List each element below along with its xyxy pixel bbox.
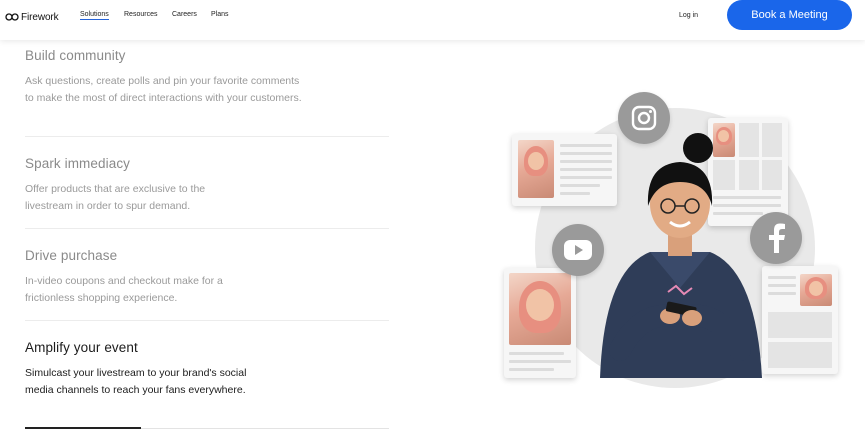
livestream-illustration: [500, 90, 845, 390]
divider: [25, 136, 389, 137]
nav-careers[interactable]: Careers: [172, 11, 197, 18]
top-nav: Firework Solutions Resources Careers Pla…: [0, 0, 865, 40]
divider: [25, 320, 389, 321]
profile-photo: [518, 140, 554, 198]
feature-description: Offer products that are exclusive to the…: [25, 183, 206, 212]
youtube-icon: [552, 224, 604, 276]
feature-title: Build community: [25, 48, 126, 63]
instagram-icon: [618, 92, 670, 144]
feature-description: In-video coupons and checkout make for a…: [25, 275, 223, 304]
logo-text: Firework: [21, 11, 59, 23]
feature-drive-purchase[interactable]: Drive purchase In-video coupons and chec…: [25, 248, 390, 306]
profile-photo: [509, 273, 571, 345]
nav-solutions[interactable]: Solutions: [80, 11, 109, 20]
feature-spark-immediacy[interactable]: Spark immediacy Offer products that are …: [25, 156, 390, 214]
firework-logo-icon: [5, 13, 19, 21]
presenter-illustration: [600, 133, 762, 378]
nav-plans[interactable]: Plans: [211, 11, 229, 18]
feature-description: Simulcast your livestream to your brand'…: [25, 367, 247, 396]
login-link[interactable]: Log in: [679, 12, 698, 19]
profile-photo: [800, 274, 832, 306]
progress-bar: [25, 427, 142, 429]
logo[interactable]: Firework: [5, 10, 59, 24]
feature-amplify-event[interactable]: Amplify your event Simulcast your livest…: [25, 340, 390, 398]
feature-description: Ask questions, create polls and pin your…: [25, 75, 302, 104]
nav-resources[interactable]: Resources: [124, 11, 157, 18]
feature-title: Amplify your event: [25, 340, 138, 355]
book-meeting-button[interactable]: Book a Meeting: [727, 0, 852, 30]
feature-build-community[interactable]: Build community Ask questions, create po…: [25, 48, 390, 106]
feature-title: Spark immediacy: [25, 156, 131, 171]
facebook-icon: [750, 212, 802, 264]
feature-title: Drive purchase: [25, 248, 118, 263]
social-card: [504, 268, 576, 378]
divider: [25, 228, 389, 229]
